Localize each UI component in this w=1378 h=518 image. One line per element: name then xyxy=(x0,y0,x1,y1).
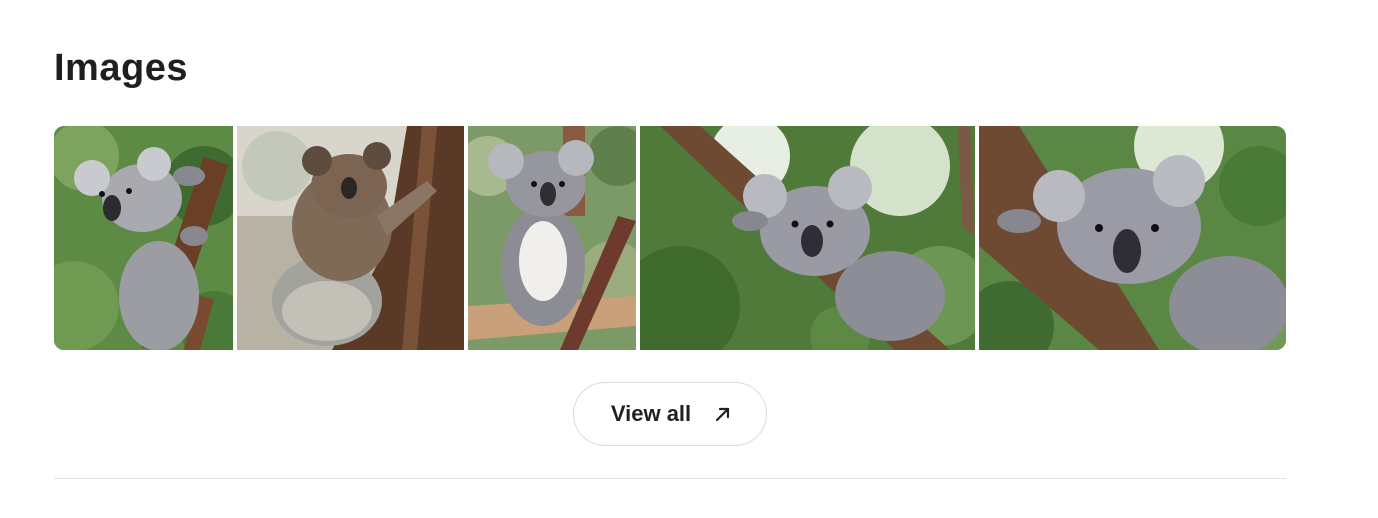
images-section: Images View all xyxy=(0,0,1378,518)
view-all-label: View all xyxy=(610,401,692,426)
koala-image xyxy=(468,126,636,350)
view-all-button[interactable]: View all xyxy=(573,382,767,446)
arrow-up-right-icon xyxy=(713,404,733,424)
section-title: Images xyxy=(54,47,188,89)
koala-image xyxy=(640,126,975,350)
image-thumbnail-3[interactable] xyxy=(468,126,636,350)
koala-image xyxy=(237,126,464,350)
koala-image xyxy=(54,126,233,350)
koala-image xyxy=(979,126,1286,350)
image-thumbnail-2[interactable] xyxy=(237,126,464,350)
image-thumbnail-5[interactable] xyxy=(979,126,1286,350)
image-thumbnail-1[interactable] xyxy=(54,126,233,350)
section-divider xyxy=(54,478,1286,479)
image-gallery xyxy=(54,126,1286,350)
image-thumbnail-4[interactable] xyxy=(640,126,975,350)
